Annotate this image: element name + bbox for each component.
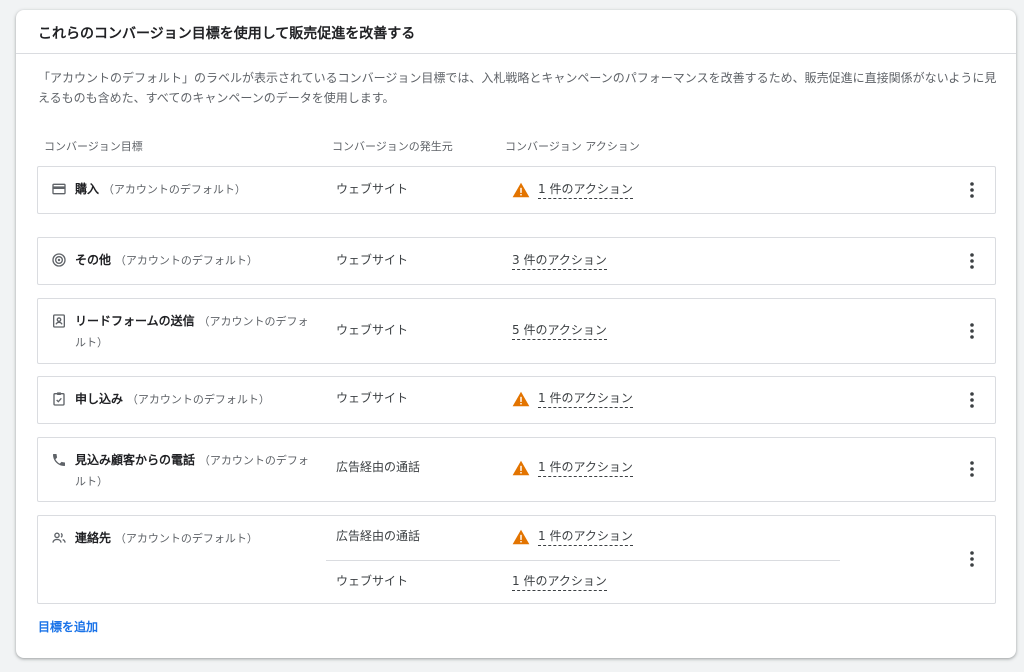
more-vert-icon bbox=[970, 323, 974, 339]
source-cell: ウェブサイト bbox=[336, 253, 409, 267]
action-count-link[interactable]: 5 件のアクション bbox=[512, 321, 607, 340]
goal-cell: リードフォームの送信 （アカウントのデフォルト） bbox=[51, 311, 316, 353]
goal-row-purchase: 購入 （アカウントのデフォルト） ウェブサイト 1 件のアクション bbox=[37, 166, 996, 214]
goal-cell: 申し込み （アカウントのデフォルト） bbox=[51, 389, 316, 410]
default-label: （アカウントのデフォルト） bbox=[102, 183, 246, 196]
more-vert-icon bbox=[970, 253, 974, 269]
source-cell: ウェブサイト bbox=[336, 391, 409, 405]
clipboard-check-icon bbox=[53, 392, 65, 406]
source-cell: ウェブサイト bbox=[336, 574, 409, 588]
contact-form-icon bbox=[53, 314, 65, 328]
more-vert-icon bbox=[970, 392, 974, 408]
card-title: これらのコンバージョン目標を使用して販売促進を改善する bbox=[16, 10, 1016, 54]
goal-cell: 購入 （アカウントのデフォルト） bbox=[51, 179, 316, 200]
goal-row-phone-leads: 見込み顧客からの電話 （アカウントのデフォルト） 広告経由の通話 1 件のアクシ… bbox=[37, 437, 996, 502]
goal-name: 申し込み bbox=[75, 392, 124, 406]
phone-icon bbox=[53, 454, 65, 466]
source-cell: 広告経由の通話 bbox=[336, 529, 421, 543]
goal-name: その他 bbox=[75, 253, 112, 267]
more-vert-icon bbox=[970, 182, 974, 198]
more-options-button[interactable] bbox=[962, 180, 982, 200]
credit-card-icon bbox=[52, 183, 66, 195]
more-options-button[interactable] bbox=[962, 459, 982, 479]
goal-cell: 連絡先 （アカウントのデフォルト） bbox=[51, 528, 316, 549]
source-cell: 広告経由の通話 bbox=[336, 460, 421, 474]
default-label: （アカウントのデフォルト） bbox=[114, 254, 258, 267]
goal-row-contacts: 連絡先 （アカウントのデフォルト） 広告経由の通話 1 件のアクション ウェブサ… bbox=[37, 515, 996, 604]
add-goal-link[interactable]: 目標を追加 bbox=[38, 618, 98, 635]
action-count-link[interactable]: 1 件のアクション bbox=[538, 527, 633, 546]
warning-icon bbox=[512, 460, 530, 476]
goal-name: 連絡先 bbox=[75, 531, 112, 545]
source-cell: ウェブサイト bbox=[336, 323, 409, 337]
action-count-link[interactable]: 1 件のアクション bbox=[512, 572, 607, 591]
target-icon bbox=[52, 253, 66, 267]
more-options-button[interactable] bbox=[962, 390, 982, 410]
goal-row-signup: 申し込み （アカウントのデフォルト） ウェブサイト 1 件のアクション bbox=[37, 376, 996, 424]
more-options-button[interactable] bbox=[962, 549, 982, 569]
goal-name: リードフォームの送信 bbox=[75, 314, 195, 328]
warning-icon bbox=[512, 182, 530, 198]
people-icon bbox=[52, 532, 66, 543]
action-count-link[interactable]: 1 件のアクション bbox=[538, 458, 633, 477]
goal-name: 購入 bbox=[75, 182, 100, 196]
column-header-goal: コンバージョン目標 bbox=[44, 140, 143, 153]
action-count-link[interactable]: 3 件のアクション bbox=[512, 251, 607, 270]
more-vert-icon bbox=[970, 551, 974, 567]
column-header-source: コンバージョンの発生元 bbox=[332, 140, 453, 153]
column-header-action: コンバージョン アクション bbox=[505, 140, 640, 153]
source-divider bbox=[326, 560, 840, 561]
source-cell: ウェブサイト bbox=[336, 182, 409, 196]
warning-icon bbox=[512, 529, 530, 545]
more-vert-icon bbox=[970, 461, 974, 477]
goal-name: 見込み顧客からの電話 bbox=[75, 453, 196, 467]
description-text: 「アカウントのデフォルト」のラベルが表示されているコンバージョン目標では、入札戦… bbox=[38, 71, 997, 105]
more-options-button[interactable] bbox=[962, 251, 982, 271]
conversion-goals-card: これらのコンバージョン目標を使用して販売促進を改善する 「アカウントのデフォルト… bbox=[16, 10, 1016, 658]
goal-row-lead-form: リードフォームの送信 （アカウントのデフォルト） ウェブサイト 5 件のアクショ… bbox=[37, 298, 996, 364]
goal-cell: 見込み顧客からの電話 （アカウントのデフォルト） bbox=[51, 450, 316, 492]
goal-row-other: その他 （アカウントのデフォルト） ウェブサイト 3 件のアクション bbox=[37, 237, 996, 285]
default-label: （アカウントのデフォルト） bbox=[114, 532, 258, 545]
warning-icon bbox=[512, 391, 530, 407]
action-count-link[interactable]: 1 件のアクション bbox=[538, 180, 633, 199]
goal-cell: その他 （アカウントのデフォルト） bbox=[51, 250, 316, 271]
more-options-button[interactable] bbox=[962, 321, 982, 341]
column-headers: コンバージョン目標 コンバージョンの発生元 コンバージョン アクション bbox=[16, 138, 1016, 154]
action-count-link[interactable]: 1 件のアクション bbox=[538, 389, 633, 408]
default-label: （アカウントのデフォルト） bbox=[126, 393, 270, 406]
